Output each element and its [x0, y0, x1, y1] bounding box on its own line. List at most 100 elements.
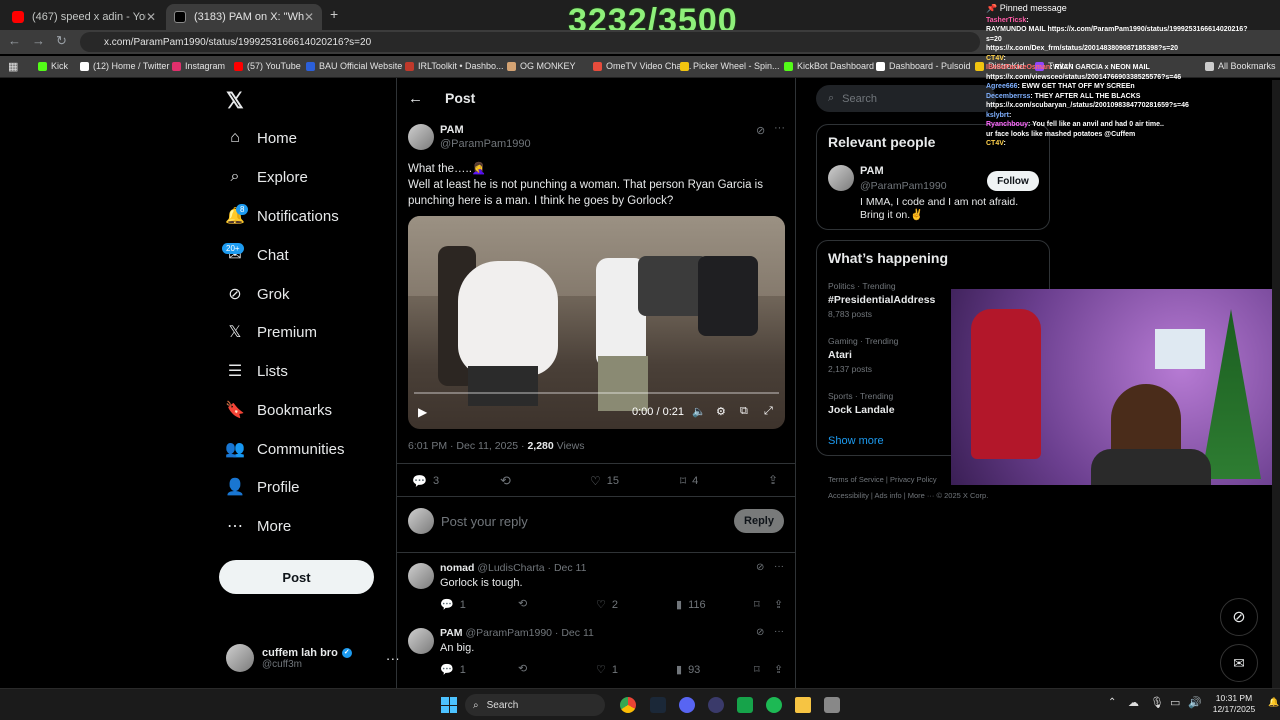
back-arrow-icon[interactable]: ←: [408, 90, 423, 107]
nav-item-explore[interactable]: ⌕ Explore: [226, 168, 308, 186]
nav-item-communities[interactable]: 👥 Communities: [225, 440, 344, 459]
person-handle[interactable]: @ParamPam1990: [860, 180, 947, 192]
reply-input[interactable]: Post your reply: [441, 514, 528, 529]
messages-float-button[interactable]: ✉: [1220, 644, 1258, 682]
reply-button[interactable]: 💬 1: [440, 663, 466, 677]
notification-bell-icon[interactable]: 🔔: [1268, 697, 1279, 708]
app-icon[interactable]: [737, 697, 753, 713]
nav-item-bookmarks[interactable]: 🔖 Bookmarks: [225, 401, 332, 420]
reply-button[interactable]: 💬 3: [412, 474, 439, 488]
video-player[interactable]: ▶ 0:00 / 0:21 🔈 ⚙ ⧉ ⤢: [408, 216, 785, 429]
like-button[interactable]: ♡ 15: [590, 474, 619, 488]
account-switcher[interactable]: cuffem lah bro ✓ @cuff3m ···: [226, 644, 400, 672]
views-button[interactable]: ▮ 93: [676, 663, 700, 677]
more-icon[interactable]: ···: [774, 561, 784, 572]
show-more-link[interactable]: Show more: [828, 435, 884, 447]
bookmark-button[interactable]: ⌑ 4: [680, 474, 698, 488]
reply-item[interactable]: PAM @ParamPam1990 · Dec 11 ⊘ ··· An big. 💬 1 ⟲…: [408, 626, 788, 686]
taskbar-search[interactable]: ⌕ Search: [465, 694, 605, 716]
new-tab-icon[interactable]: +: [330, 6, 338, 22]
spotify-icon[interactable]: [766, 697, 782, 713]
volume-icon[interactable]: 🔈: [692, 405, 706, 418]
reply-item[interactable]: nomad @LudisCharta · Dec 11 ⊘ ··· Gorlock i…: [408, 561, 788, 621]
cloud-icon[interactable]: ☁: [1128, 696, 1139, 709]
avatar[interactable]: [408, 563, 434, 589]
bookmark-item[interactable]: (57) YouTube: [234, 61, 301, 71]
reply-author-name[interactable]: nomad: [440, 562, 474, 574]
app-icon[interactable]: [708, 697, 724, 713]
pip-icon[interactable]: ⧉: [740, 405, 748, 418]
fullscreen-icon[interactable]: ⤢: [764, 405, 773, 418]
repost-button[interactable]: ⟲: [518, 597, 527, 610]
like-button[interactable]: ♡ 2: [596, 598, 618, 612]
volume-icon[interactable]: 🔊: [1188, 696, 1202, 709]
bookmark-button[interactable]: ⌑: [754, 598, 760, 611]
views-button[interactable]: ▮ 116: [676, 598, 706, 612]
back-icon[interactable]: ←: [8, 33, 21, 48]
nav-item-premium[interactable]: 𝕏 Premium: [226, 323, 317, 342]
avatar[interactable]: [408, 628, 434, 654]
folder-icon[interactable]: [795, 697, 811, 713]
bookmark-item[interactable]: (12) Home / Twitter: [80, 61, 169, 71]
grok-icon[interactable]: ⊘: [756, 627, 764, 638]
mic-icon[interactable]: 🎙: [1150, 696, 1164, 709]
avatar[interactable]: [828, 165, 854, 191]
trend-item[interactable]: Sports · Trending Jock Landale: [828, 391, 895, 419]
close-tab-icon[interactable]: ✕: [304, 10, 314, 24]
trend-item[interactable]: Politics · Trending #PresidentialAddress 8…: [828, 281, 935, 319]
steam-icon[interactable]: [650, 697, 666, 713]
x-logo-icon[interactable]: 𝕏: [226, 88, 244, 114]
bookmark-item[interactable]: Picker Wheel - Spin...: [680, 61, 780, 71]
person-name[interactable]: PAM: [860, 165, 884, 177]
author-name[interactable]: PAM: [440, 124, 464, 136]
clock[interactable]: 10:31 PM 12/17/2025: [1204, 693, 1264, 715]
post-button[interactable]: Post: [219, 560, 374, 594]
like-button[interactable]: ♡ 1: [596, 663, 618, 677]
reply-button[interactable]: 💬 1: [440, 598, 466, 612]
bookmark-item[interactable]: OG MONKEY: [507, 61, 576, 71]
bookmark-item[interactable]: BAU Official Website: [306, 61, 402, 71]
url-field[interactable]: x.com/ParamPam1990/status/19992531666140…: [80, 32, 980, 52]
network-icon[interactable]: ▭: [1170, 696, 1180, 709]
nav-item-lists[interactable]: ☰ Lists: [226, 362, 288, 381]
more-icon[interactable]: ···: [774, 626, 784, 637]
grok-float-button[interactable]: ⊘: [1220, 598, 1258, 636]
nav-item-more[interactable]: ⋯ More: [226, 517, 291, 536]
footer-line[interactable]: Accessibility | Ads info | More ··· © 20…: [828, 488, 988, 504]
author-handle[interactable]: @ParamPam1990: [440, 138, 531, 150]
apps-icon[interactable]: ▦: [8, 60, 18, 73]
nav-item-home[interactable]: ⌂ Home: [226, 129, 297, 147]
settings-icon[interactable]: ⚙: [716, 405, 726, 418]
trend-item[interactable]: Gaming · Trending Atari 2,137 posts: [828, 336, 898, 374]
grok-icon[interactable]: ⊘: [756, 124, 765, 137]
browser-tab-x[interactable]: (3183) PAM on X: "What the... ✕: [166, 4, 322, 30]
tray-chevron-icon[interactable]: ⌃: [1108, 697, 1116, 708]
grok-icon[interactable]: ⊘: [756, 562, 764, 573]
repost-button[interactable]: ⟲: [500, 473, 511, 489]
bookmark-item[interactable]: Instagram: [172, 61, 225, 71]
share-button[interactable]: ⇪: [774, 663, 783, 676]
forward-icon[interactable]: →: [32, 33, 45, 48]
bookmark-item[interactable]: KickBot Dashboard: [784, 61, 874, 71]
play-icon[interactable]: ▶: [418, 405, 427, 419]
search-input[interactable]: ⌕ Search: [816, 85, 996, 112]
more-icon[interactable]: ···: [774, 122, 785, 134]
reply-author-handle[interactable]: @ParamPam1990 · Dec 11: [465, 627, 593, 639]
chrome-icon[interactable]: [620, 697, 636, 713]
browser-tab-youtube[interactable]: (467) speed x adin - YouTube ✕: [4, 4, 164, 30]
share-button[interactable]: ⇪: [768, 473, 778, 487]
settings-icon[interactable]: [824, 697, 840, 713]
author-avatar[interactable]: [408, 124, 434, 150]
share-button[interactable]: ⇪: [774, 598, 783, 611]
bookmark-item[interactable]: IRLToolkit • Dashbo...: [405, 61, 504, 71]
windows-start-icon[interactable]: [441, 697, 457, 713]
bookmark-item[interactable]: Dashboard - Pulsoid: [876, 61, 971, 71]
bookmark-button[interactable]: ⌑: [754, 663, 760, 676]
reply-author-name[interactable]: PAM: [440, 627, 463, 639]
bookmark-item[interactable]: Kick: [38, 61, 68, 71]
post-timestamp[interactable]: 6:01 PM · Dec 11, 2025 ·: [408, 440, 527, 452]
bookmark-item[interactable]: OmeTV Video Chat...: [593, 61, 691, 71]
reload-icon[interactable]: ↻: [56, 33, 67, 49]
close-tab-icon[interactable]: ✕: [146, 10, 156, 24]
scrollbar[interactable]: [1272, 80, 1280, 688]
